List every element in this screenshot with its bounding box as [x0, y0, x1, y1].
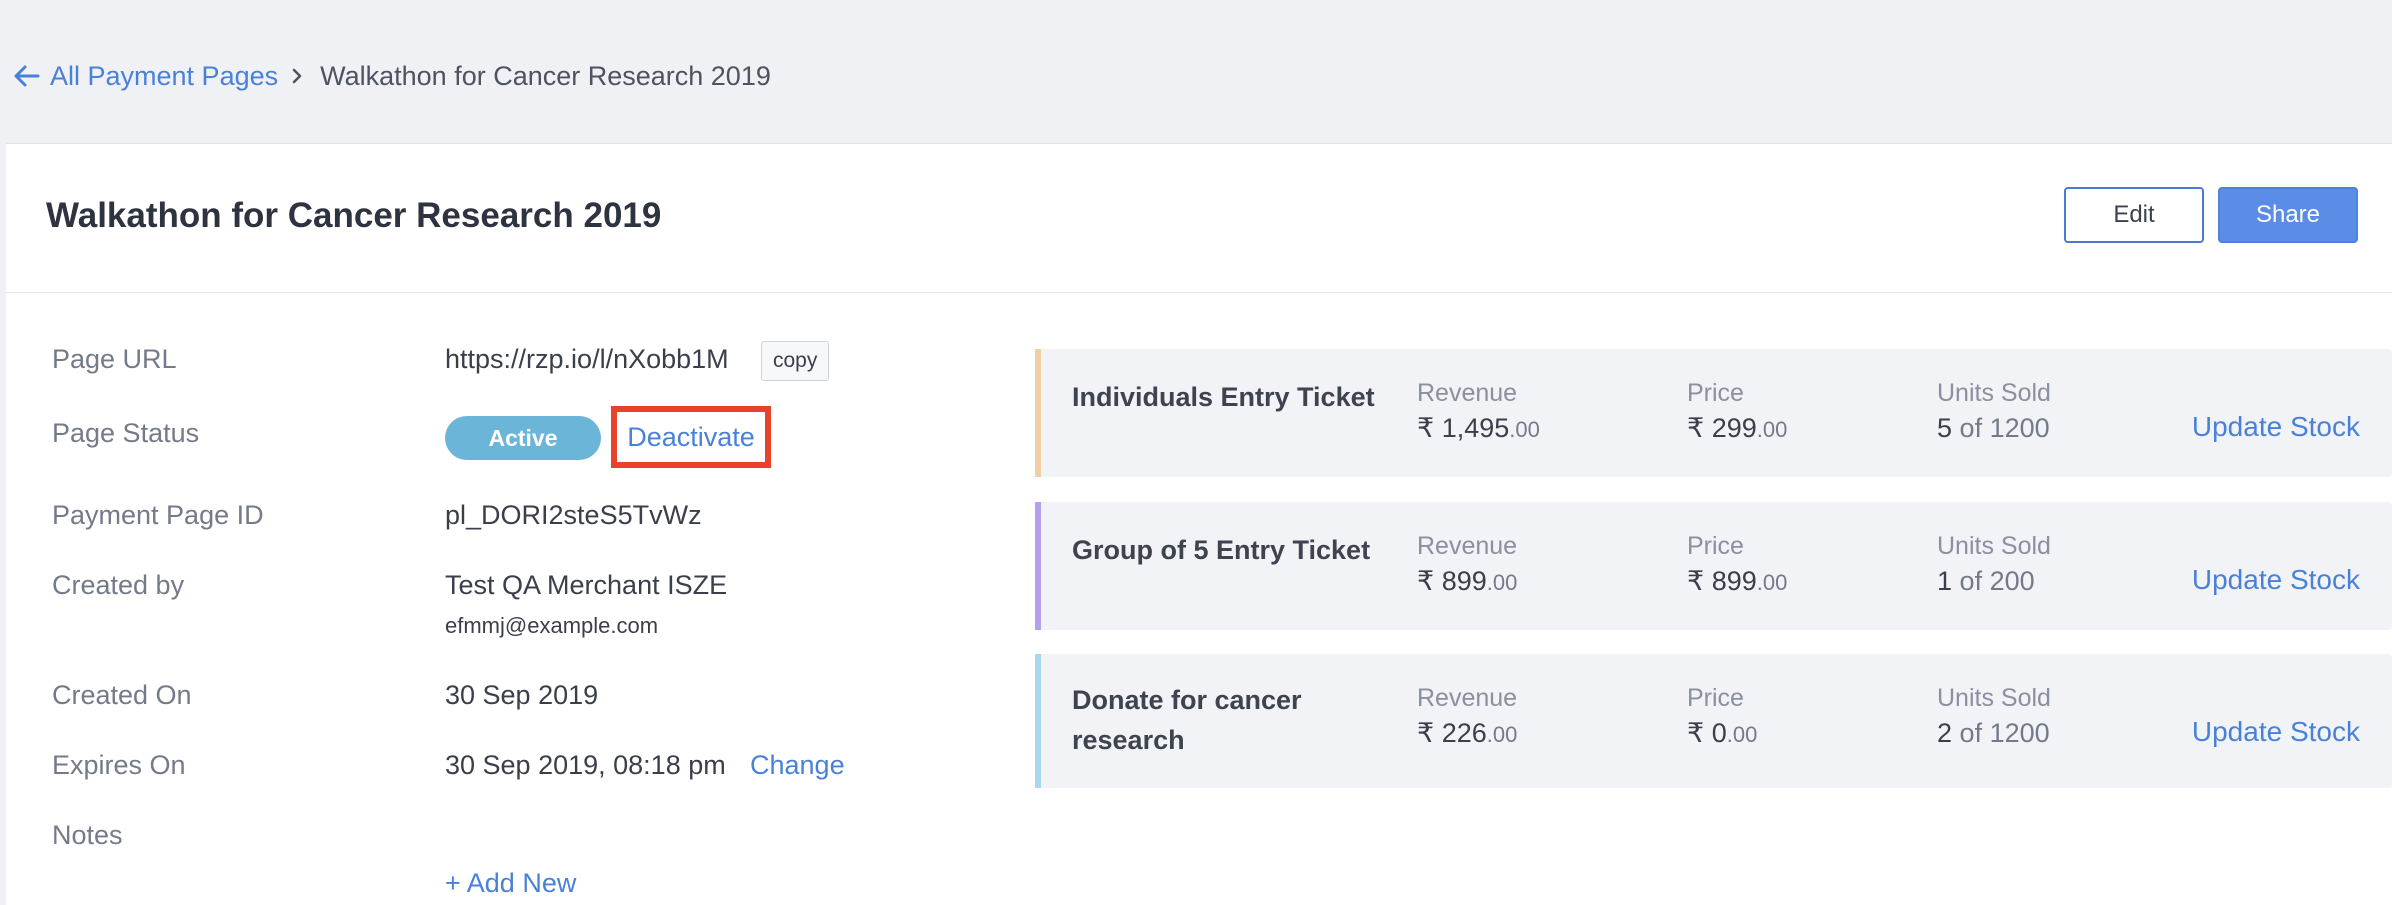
price-amount: 0	[1711, 718, 1727, 748]
deactivate-highlight: Deactivate	[611, 406, 771, 468]
units-total: of 1200	[1959, 718, 2050, 748]
update-stock-link[interactable]: Update Stock	[2192, 716, 2360, 748]
price-value: ₹ 899.00	[1687, 566, 1787, 597]
item-name: Individuals Entry Ticket	[1072, 382, 1375, 412]
notes-label: Notes	[52, 820, 123, 850]
units-sold-value: 1 of 200	[1937, 566, 2035, 597]
item-accent-bar	[1035, 654, 1041, 788]
revenue-value: ₹ 1,495.00	[1417, 413, 1540, 444]
price-amount: 299	[1711, 413, 1757, 443]
top-bar: All Payment Pages Walkathon for Cancer R…	[0, 0, 2392, 143]
expires-on-value: 30 Sep 2019, 08:18 pm	[445, 750, 726, 780]
price-label: Price	[1687, 532, 1744, 560]
revenue-label: Revenue	[1417, 684, 1518, 712]
expires-on-label: Expires On	[52, 750, 186, 780]
update-stock-link[interactable]: Update Stock	[2192, 564, 2360, 596]
breadcrumb-all-payment-pages-link[interactable]: All Payment Pages	[50, 61, 278, 92]
price-decimals: .00	[1756, 570, 1788, 595]
units-sold-count: 2	[1937, 718, 1953, 748]
revenue-amount: 899	[1441, 566, 1487, 596]
page-url-label: Page URL	[52, 344, 177, 374]
revenue-amount: 1,495	[1441, 413, 1510, 443]
price-decimals: .00	[1726, 722, 1758, 747]
revenue-decimals: .00	[1486, 570, 1518, 595]
chevron-right-icon	[286, 65, 308, 87]
created-by-value: Test QA Merchant ISZE	[445, 570, 728, 600]
breadcrumb-current: Walkathon for Cancer Research 2019	[320, 60, 771, 91]
units-sold-value: 2 of 1200	[1937, 718, 2050, 749]
revenue-value: ₹ 899.00	[1417, 566, 1517, 597]
revenue-label: Revenue	[1417, 379, 1518, 407]
price-label: Price	[1687, 684, 1744, 712]
item-name: Group of 5 Entry Ticket	[1072, 535, 1371, 565]
price-amount: 899	[1711, 566, 1757, 596]
units-sold-label: Units Sold	[1937, 684, 2051, 712]
revenue-value: ₹ 226.00	[1417, 718, 1517, 749]
card-header: Walkathon for Cancer Research 2019 Edit …	[6, 144, 2392, 293]
back-arrow-icon[interactable]	[12, 61, 42, 91]
status-badge: Active	[445, 416, 601, 460]
page-status-label: Page Status	[52, 418, 200, 448]
price-decimals: .00	[1756, 417, 1788, 442]
units-total: of 1200	[1959, 413, 2050, 443]
created-on-value: 30 Sep 2019	[445, 680, 599, 710]
rupee-symbol: ₹	[1417, 413, 1435, 443]
units-sold-value: 5 of 1200	[1937, 413, 2050, 444]
price-value: ₹ 0.00	[1687, 718, 1757, 749]
units-sold-label: Units Sold	[1937, 532, 2051, 560]
units-sold-count: 1	[1937, 566, 1953, 596]
payment-page-id-label: Payment Page ID	[52, 500, 264, 530]
created-by-label: Created by	[52, 570, 185, 600]
copy-button[interactable]: copy	[761, 341, 830, 381]
revenue-decimals: .00	[1509, 417, 1540, 442]
payment-page-card: Walkathon for Cancer Research 2019 Edit …	[6, 143, 2392, 905]
change-expiry-link[interactable]: Change	[750, 750, 845, 781]
price-label: Price	[1687, 379, 1744, 407]
created-on-label: Created On	[52, 680, 192, 710]
created-by-email: efmmj@example.com	[445, 613, 659, 638]
price-value: ₹ 299.00	[1687, 413, 1787, 444]
rupee-symbol: ₹	[1687, 718, 1705, 748]
breadcrumb: All Payment Pages Walkathon for Cancer R…	[12, 56, 771, 96]
item-accent-bar	[1035, 349, 1041, 477]
item-accent-bar	[1035, 502, 1041, 630]
units-sold-label: Units Sold	[1937, 379, 2051, 407]
item-card: Group of 5 Entry Ticket Revenue ₹ 899.00…	[1035, 502, 2392, 630]
page-title: Walkathon for Cancer Research 2019	[46, 196, 662, 235]
units-total: of 200	[1959, 566, 2035, 596]
rupee-symbol: ₹	[1687, 566, 1705, 596]
add-note-link[interactable]: + Add New	[445, 868, 576, 899]
deactivate-link[interactable]: Deactivate	[627, 422, 755, 453]
revenue-amount: 226	[1441, 718, 1487, 748]
item-card: Donate for cancer research Revenue ₹ 226…	[1035, 654, 2392, 788]
revenue-label: Revenue	[1417, 532, 1518, 560]
item-name: Donate for cancer research	[1072, 685, 1302, 755]
update-stock-link[interactable]: Update Stock	[2192, 411, 2360, 443]
share-button[interactable]: Share	[2218, 187, 2358, 243]
page-url-value: https://rzp.io/l/nXobb1M	[445, 344, 729, 374]
rupee-symbol: ₹	[1687, 413, 1705, 443]
rupee-symbol: ₹	[1417, 566, 1435, 596]
units-sold-count: 5	[1937, 413, 1953, 443]
item-card: Individuals Entry Ticket Revenue ₹ 1,495…	[1035, 349, 2392, 477]
edit-button[interactable]: Edit	[2064, 187, 2204, 243]
payment-page-id-value: pl_DORI2steS5TvWz	[445, 500, 702, 530]
rupee-symbol: ₹	[1417, 718, 1435, 748]
revenue-decimals: .00	[1486, 722, 1518, 747]
